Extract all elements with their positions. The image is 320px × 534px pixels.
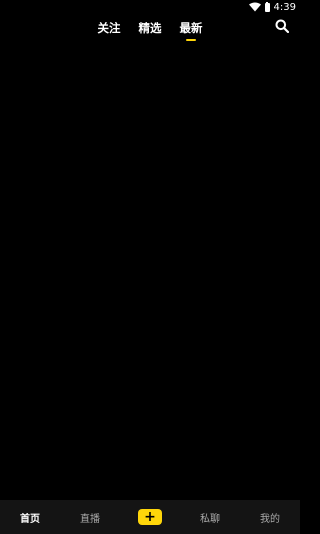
search-icon[interactable] (275, 19, 289, 33)
tab-label: 最新 (179, 21, 203, 35)
tab-indicator (186, 39, 196, 41)
tab-label: 精选 (138, 21, 162, 35)
plus-button[interactable]: + (138, 509, 162, 525)
status-time: 4:39 (273, 1, 296, 13)
nav-home[interactable]: 首页 (0, 510, 60, 525)
nav-profile[interactable]: 我的 (240, 510, 300, 525)
tab-featured[interactable]: 精选 (139, 18, 162, 42)
top-tabs: 关注 精选 最新 (0, 18, 300, 42)
status-bar: 4:39 (0, 0, 300, 14)
nav-create[interactable]: + (120, 509, 180, 525)
status-icons: 4:39 (248, 0, 296, 14)
wifi-icon (248, 2, 261, 12)
tab-label: 关注 (97, 21, 121, 35)
battery-icon (264, 1, 270, 12)
nav-label: 直播 (80, 513, 100, 525)
nav-label: 首页 (20, 513, 40, 525)
nav-label: 私聊 (200, 513, 220, 525)
nav-label: 我的 (260, 513, 280, 525)
tab-latest[interactable]: 最新 (180, 18, 203, 42)
tab-indicator (145, 39, 155, 41)
plus-icon: + (144, 509, 156, 525)
nav-messages[interactable]: 私聊 (180, 510, 240, 525)
nav-live[interactable]: 直播 (60, 510, 120, 525)
bottom-nav: 首页 直播 + 私聊 我的 (0, 500, 300, 534)
tab-indicator (104, 39, 114, 41)
tab-following[interactable]: 关注 (98, 18, 121, 42)
